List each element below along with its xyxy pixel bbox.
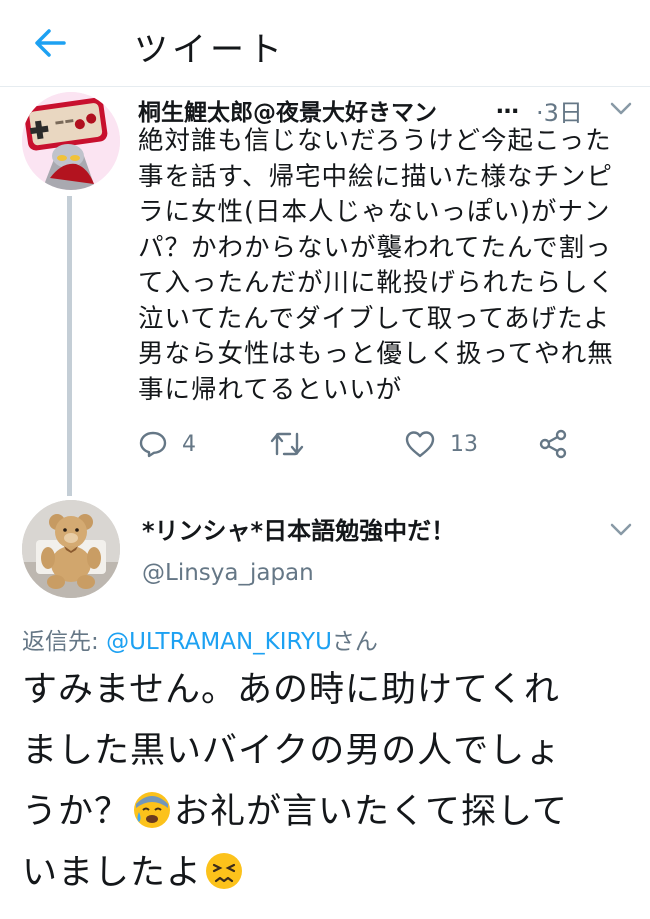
reply-context: 返信先: @ULTRAMAN_KIRYUさん [22,622,378,656]
persevering-face-emoji [206,853,243,889]
tweet-text: 絶対誰も信じないだろうけど今起こった 事を話す、帰宅中絵に描いた様なチンピ ラに… [138,126,616,405]
page-title: ツイート [134,30,286,70]
reply-icon [139,431,167,458]
reply-button[interactable]: 4 [138,427,196,461]
retweet-button[interactable] [270,427,318,461]
like-count: 13 [450,431,478,457]
chevron-down-icon[interactable] [610,101,632,115]
tweet-text: すみません。あの時に助けてくれ ました黒いバイクの男の人でしょ うか？ お礼が言… [22,660,642,904]
anxious-sweat-face-emoji [134,792,171,828]
display-name[interactable]: *リンシャ*日本語勉強中だ！ [142,511,455,546]
display-name[interactable]: 桐生鯉太郎@夜景大好きマン [138,93,518,127]
heart-icon [405,431,435,458]
share-icon [539,429,567,459]
avatar[interactable] [22,92,120,190]
reply-prefix: 返信先: [22,629,107,655]
reply-suffix: さん [331,629,378,655]
share-button[interactable] [538,427,568,461]
tweet-time[interactable]: ·3日 [536,93,583,128]
name-ellipsis: … [496,93,519,119]
thread-connector [67,196,72,496]
chevron-down-icon[interactable] [610,522,632,536]
like-button[interactable]: 13 [404,427,478,461]
retweet-icon [270,432,304,456]
user-handle[interactable]: @Linsya_japan [142,560,314,586]
back-arrow-icon[interactable] [30,23,70,63]
reply-mention-link[interactable]: @ULTRAMAN_KIRYU [106,629,332,655]
reply-count: 4 [182,431,196,457]
avatar[interactable] [22,500,120,598]
app-header: ツイート [0,0,650,87]
